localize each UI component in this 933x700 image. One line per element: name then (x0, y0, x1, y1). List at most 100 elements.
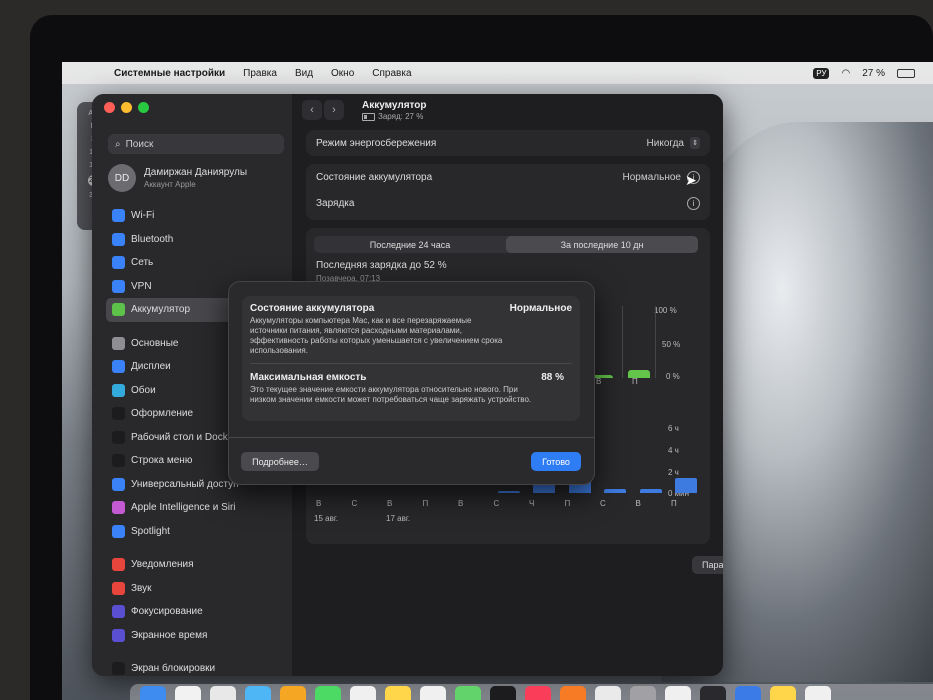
sidebar-item-screen-time[interactable]: Экранное время (106, 624, 286, 648)
sidebar-item-label: Аккумулятор (131, 304, 191, 316)
battery-health-row[interactable]: Состояние аккумулятора Нормальное i (306, 164, 710, 190)
battery-icon (362, 112, 375, 121)
vpn-icon (112, 279, 125, 293)
menu-view[interactable]: Вид (295, 68, 313, 79)
dock-app-icon[interactable] (175, 686, 201, 700)
date-label: 17 авг. (386, 514, 410, 523)
dock-app-icon[interactable] (140, 686, 166, 700)
dock-app-icon[interactable] (280, 686, 306, 700)
tab-last-24h[interactable]: Последние 24 часа (314, 236, 506, 253)
tab-last-10-days[interactable]: За последние 10 дн (506, 236, 698, 253)
dock-app-icon[interactable] (525, 686, 551, 700)
x-tick-label: В (316, 499, 322, 508)
y-tick-label: 0 % (666, 372, 680, 381)
minimize-button[interactable] (121, 102, 132, 113)
usage-bar (497, 491, 520, 493)
popover-health-desc: Аккумуляторы компьютера Mac, как и все п… (250, 316, 503, 355)
dock-app-icon[interactable] (700, 686, 726, 700)
dock-app-icon[interactable] (665, 686, 691, 700)
sidebar-item-label: Универсальный доступ (131, 478, 239, 490)
apple-account[interactable]: DD Дамиржан Даниярулы Аккаунт Apple (108, 164, 247, 192)
accessibility-icon (112, 477, 125, 491)
sidebar-item-label: Экран блокировки (131, 663, 216, 675)
search-input[interactable]: ⌕ Поиск (108, 134, 284, 154)
dock-app-icon[interactable] (245, 686, 271, 700)
avatar: DD (108, 164, 136, 192)
last-charge-label: Последняя зарядка до 52 % (316, 260, 447, 271)
wifi-icon[interactable]: ◠ (841, 68, 850, 79)
dock-app-icon[interactable] (490, 686, 516, 700)
back-chevron-icon[interactable]: ‹ (302, 100, 322, 120)
done-button[interactable]: Готово (531, 452, 581, 471)
charging-row[interactable]: Зарядка i (306, 190, 710, 216)
input-source-badge[interactable]: РУ (813, 67, 830, 79)
dock-app-icon[interactable] (350, 686, 376, 700)
sidebar-item-sound[interactable]: Звук (106, 577, 286, 601)
dock-app-icon[interactable] (455, 686, 481, 700)
sidebar-item-label: Обои (131, 384, 156, 396)
health-value: Нормальное (622, 171, 681, 183)
y-tick-label: 2 ч (668, 468, 679, 477)
menu-edit[interactable]: Правка (243, 68, 277, 79)
gear-icon (112, 336, 125, 350)
dock-app-icon[interactable] (385, 686, 411, 700)
chart-gridline (655, 306, 656, 378)
usage-bar (604, 488, 626, 493)
sidebar-item-notifications[interactable]: Уведомления (106, 553, 286, 577)
battery-icon[interactable] (897, 68, 915, 78)
parameters-button[interactable]: Параметры… (692, 556, 723, 574)
sidebar-item-label: Дисплеи (131, 361, 171, 373)
sidebar-item-bluetooth[interactable]: Bluetooth (106, 228, 286, 252)
page-subtitle: Заряд: 27 % (362, 112, 423, 121)
charging-label: Зарядка (316, 197, 355, 209)
menu-window[interactable]: Окно (331, 68, 354, 79)
dock-app-icon[interactable] (315, 686, 341, 700)
dock-app-icon[interactable] (770, 686, 796, 700)
appearance-icon (112, 407, 125, 421)
sidebar-item-label: Apple Intelligence и Siri (131, 502, 236, 514)
popover-capacity-title: Максимальная емкость (250, 372, 367, 383)
spotlight-icon (112, 524, 125, 538)
sidebar-item-siri[interactable]: Apple Intelligence и Siri (106, 496, 286, 520)
x-tick-label: С (600, 499, 606, 508)
battery-health-popover: Состояние аккумулятора Нормальное Аккуму… (228, 281, 595, 485)
menu-help[interactable]: Справка (372, 68, 411, 79)
moon-icon (112, 605, 125, 619)
forward-chevron-icon[interactable]: › (324, 100, 344, 120)
globe-icon (112, 256, 125, 270)
health-card: Состояние аккумулятора Нормальное i Заря… (306, 164, 710, 220)
dock-app-icon[interactable] (420, 686, 446, 700)
period-segmented-control: Последние 24 часа За последние 10 дн (314, 236, 698, 253)
sidebar-item-label: Оформление (131, 408, 194, 420)
sidebar-item-lock-screen[interactable]: Экран блокировки (106, 657, 286, 676)
close-button[interactable] (104, 102, 115, 113)
dock-app-icon[interactable] (735, 686, 761, 700)
more-info-button[interactable]: Подробнее… (241, 452, 319, 471)
info-icon[interactable]: i (687, 196, 700, 210)
menu-app-name[interactable]: Системные настройки (114, 68, 225, 79)
x-tick-label: П (671, 499, 677, 508)
search-icon: ⌕ (115, 138, 121, 150)
x-tick-label: С (351, 499, 358, 508)
popover-content: Состояние аккумулятора Нормальное Аккуму… (242, 296, 580, 421)
sidebar-item-spotlight[interactable]: Spotlight (106, 520, 286, 544)
dock-app-icon[interactable] (560, 686, 586, 700)
dock-app-icon[interactable] (595, 686, 621, 700)
dock-app-icon[interactable] (630, 686, 656, 700)
low-power-row[interactable]: Режим энергосбережения Никогда ⇕ (306, 130, 710, 156)
chevron-updown-icon[interactable]: ⇕ (690, 137, 700, 149)
sidebar-item-label: Рабочий стол и Dock (131, 431, 228, 443)
sidebar-item-focus[interactable]: Фокусирование (106, 600, 286, 624)
zoom-button[interactable] (138, 102, 149, 113)
menubar-battery-percent[interactable]: 27 % (862, 68, 885, 79)
dock-app-icon[interactable] (805, 686, 831, 700)
sidebar-item-wifi[interactable]: Wi-Fi (106, 204, 286, 228)
usage-bar (639, 488, 662, 493)
dock-app-icon[interactable] (210, 686, 236, 700)
x-tick-label: П (564, 499, 571, 508)
sidebar-item-network[interactable]: Сеть (106, 251, 286, 275)
sidebar-item-label: VPN (131, 280, 152, 292)
page-title: Аккумулятор (362, 100, 427, 111)
popover-health-title: Состояние аккумулятора (250, 303, 375, 314)
sidebar-item-label: Сеть (131, 257, 154, 269)
